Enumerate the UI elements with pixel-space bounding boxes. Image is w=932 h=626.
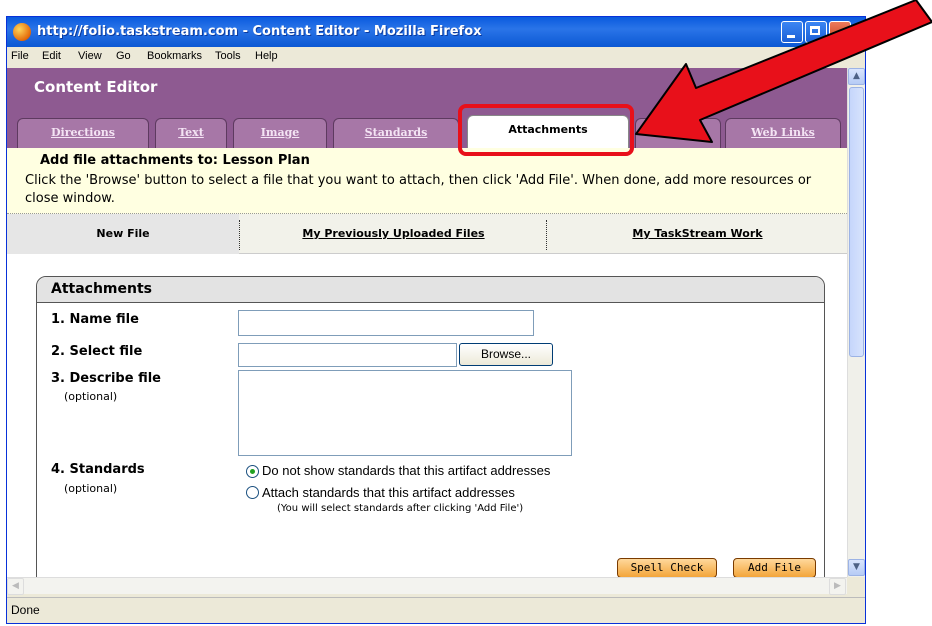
red-arrow-icon [635, 0, 932, 143]
